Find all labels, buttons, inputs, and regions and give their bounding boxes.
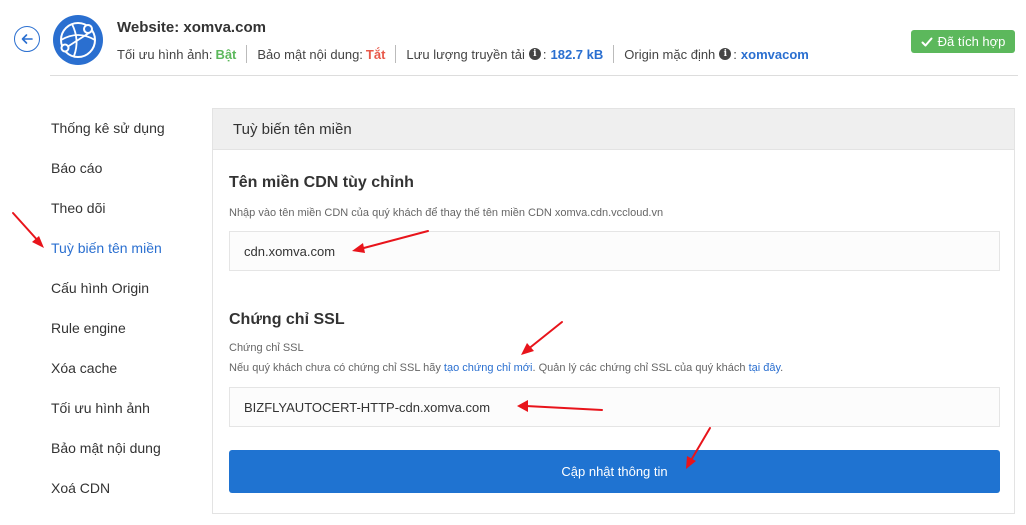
ssl-field-label: Chứng chỉ SSL — [229, 342, 304, 354]
image-optimization-status: Tối ưu hình ảnh: Bật — [117, 47, 236, 62]
sidebar-item-rule-engine[interactable]: Rule engine — [51, 308, 201, 348]
update-info-label: Cập nhật thông tin — [561, 464, 668, 479]
colon: : — [542, 46, 547, 62]
custom-domain-panel: Tuỳ biến tên miền Tên miền CDN tùy chỉnh… — [212, 108, 1015, 514]
badge-label: Đã tích hợp — [937, 34, 1006, 49]
header-divider — [50, 75, 1018, 76]
info-icon[interactable]: i — [719, 48, 732, 60]
origin-label: Origin mặc định — [624, 46, 716, 62]
sidebar-item-delete-cdn[interactable]: Xoá CDN — [51, 468, 201, 508]
cdn-domain-value: cdn.xomva.com — [244, 243, 336, 259]
ssl-help-middle: . Quản lý các chứng chỉ SSL của quý khác… — [532, 362, 746, 374]
default-origin-status: Origin mặc định i : xomvacom — [624, 47, 809, 62]
manage-certificates-link[interactable]: tại đây — [749, 362, 781, 374]
create-certificate-link[interactable]: tạo chứng chỉ mới — [444, 362, 533, 374]
sidebar-item-origin-config[interactable]: Cấu hình Origin — [51, 268, 201, 308]
sidebar-item-image-optimization[interactable]: Tối ưu hình ảnh — [51, 388, 201, 428]
content-security-status: Bảo mật nội dung: Tắt — [257, 47, 385, 62]
sidebar-item-usage-stats[interactable]: Thống kê sử dụng — [51, 108, 201, 148]
origin-value: xomvacom — [740, 46, 809, 62]
sidebar-item-content-security[interactable]: Bảo mật nội dung — [51, 428, 201, 468]
cdn-domain-help-text: Nhập vào tên miền CDN của quý khách để t… — [229, 207, 664, 219]
update-info-button[interactable]: Cập nhật thông tin — [229, 450, 1000, 493]
website-globe-icon — [53, 15, 103, 65]
divider — [613, 45, 615, 63]
content-security-label: Bảo mật nội dung: — [257, 46, 363, 62]
back-button[interactable] — [14, 26, 40, 52]
arrow-left-icon — [21, 34, 33, 44]
sidebar-item-monitoring[interactable]: Theo dõi — [51, 188, 201, 228]
bandwidth-label: Lưu lượng truyền tải — [406, 46, 525, 62]
annotation-arrow-icon — [12, 212, 44, 248]
ssl-help-prefix: Nếu quý khách chưa có chứng chỉ SSL hãy — [229, 362, 441, 374]
info-icon[interactable]: i — [528, 48, 541, 60]
cdn-domain-section-title: Tên miền CDN tùy chỉnh — [229, 174, 414, 191]
bandwidth-value: 182.7 kB — [550, 46, 604, 62]
ssl-help-suffix: . — [780, 362, 784, 374]
sidebar-item-clear-cache[interactable]: Xóa cache — [51, 348, 201, 388]
sidebar-nav: Thống kê sử dụng Báo cáo Theo dõi Tuỳ bi… — [51, 108, 201, 508]
checkmark-icon — [921, 37, 933, 46]
sidebar-item-custom-domain[interactable]: Tuỳ biến tên miền — [51, 228, 201, 268]
divider — [246, 45, 248, 63]
bandwidth-status: Lưu lượng truyền tải i : 182.7 kB — [406, 47, 603, 62]
site-title: Website: xomva.com — [117, 19, 266, 36]
integrated-status-badge[interactable]: Đã tích hợp — [911, 30, 1015, 53]
site-meta-row: Tối ưu hình ảnh: Bật Bảo mật nội dung: T… — [117, 45, 809, 63]
colon: : — [733, 46, 737, 62]
divider — [395, 45, 397, 63]
panel-title: Tuỳ biến tên miền — [213, 109, 1014, 150]
cdn-domain-input[interactable]: cdn.xomva.com — [229, 231, 1000, 271]
image-opt-value: Bật — [215, 46, 237, 62]
ssl-section-title: Chứng chỉ SSL — [229, 311, 345, 328]
ssl-certificate-value: BIZFLYAUTOCERT-HTTP-cdn.xomva.com — [244, 399, 491, 415]
ssl-help-text: Nếu quý khách chưa có chứng chỉ SSL hãy … — [229, 362, 783, 374]
ssl-certificate-select[interactable]: BIZFLYAUTOCERT-HTTP-cdn.xomva.com — [229, 387, 1000, 427]
sidebar-item-reports[interactable]: Báo cáo — [51, 148, 201, 188]
image-opt-label: Tối ưu hình ảnh: — [117, 46, 213, 62]
content-security-value: Tắt — [365, 46, 386, 62]
